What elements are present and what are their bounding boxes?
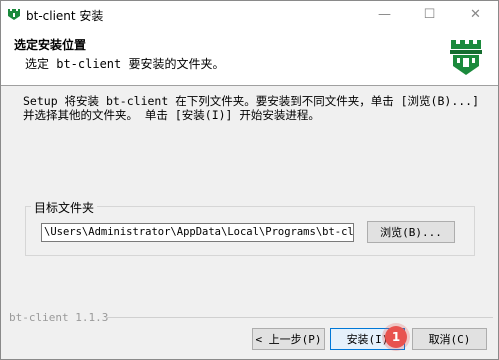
header-panel: 选定安装位置 选定 bt-client 要安装的文件夹。 bbox=[1, 28, 498, 86]
step-badge: 1 bbox=[385, 326, 407, 348]
destination-path-input[interactable]: \Users\Administrator\AppData\Local\Progr… bbox=[41, 223, 354, 242]
title-bar: bt-client 安装 — ☐ ✕ bbox=[1, 1, 498, 28]
page-subtitle: 选定 bt-client 要安装的文件夹。 bbox=[25, 57, 225, 71]
installer-window: bt-client 安装 — ☐ ✕ 选定安装位置 选定 bt-client 要… bbox=[0, 0, 499, 360]
castle-tower-icon bbox=[450, 40, 482, 75]
minimize-icon: — bbox=[378, 7, 391, 22]
minimize-button[interactable]: — bbox=[362, 1, 407, 28]
app-castle-icon bbox=[8, 9, 20, 20]
browse-button[interactable]: 浏览(B)... bbox=[367, 221, 455, 243]
page-title: 选定安装位置 bbox=[14, 38, 87, 52]
maximize-icon: ☐ bbox=[423, 7, 436, 22]
brand-version-label: bt-client 1.1.3 bbox=[9, 311, 109, 324]
close-button[interactable]: ✕ bbox=[453, 1, 498, 28]
close-icon: ✕ bbox=[470, 7, 481, 22]
cancel-button[interactable]: 取消(C) bbox=[412, 328, 487, 350]
destination-folder-label: 目标文件夹 bbox=[31, 199, 98, 216]
back-button[interactable]: < 上一步(P) bbox=[252, 328, 325, 350]
maximize-button[interactable]: ☐ bbox=[407, 1, 452, 28]
footer-divider bbox=[105, 317, 493, 318]
window-title: bt-client 安装 bbox=[26, 9, 104, 23]
instructions-text: Setup 将安装 bt-client 在下列文件夹。要安装到不同文件夹，单击 … bbox=[23, 94, 480, 122]
